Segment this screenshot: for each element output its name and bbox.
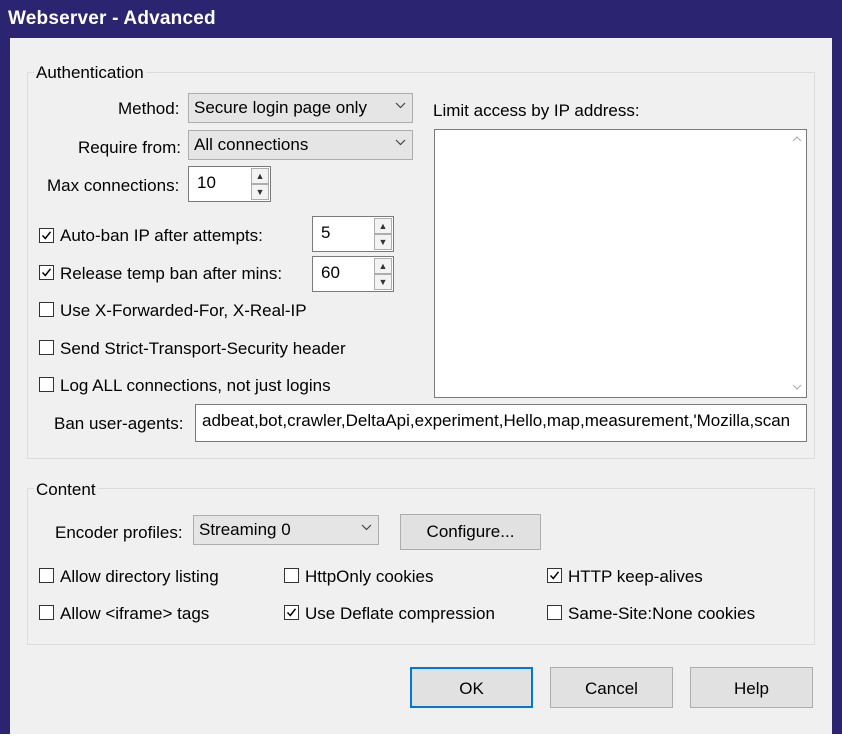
require-from-value: All connections: [194, 135, 309, 154]
release-ban-label[interactable]: Release temp ban after mins:: [60, 264, 282, 284]
spin-up-icon[interactable]: ▲: [374, 218, 392, 234]
keep-alives-checkbox[interactable]: [547, 568, 562, 583]
spin-down-icon[interactable]: ▼: [374, 274, 392, 290]
ban-user-agents-input[interactable]: adbeat,bot,crawler,DeltaApi,experiment,H…: [195, 404, 807, 442]
encoder-profiles-value: Streaming 0: [199, 520, 291, 539]
scroll-down-icon[interactable]: [792, 382, 802, 394]
checkmark-icon: [41, 231, 52, 240]
title-bar[interactable]: Webserver - Advanced: [0, 0, 842, 38]
checkmark-icon: [549, 571, 560, 580]
log-all-label[interactable]: Log ALL connections, not just logins: [60, 376, 331, 396]
chevron-down-icon: [395, 134, 406, 149]
spin-down-icon[interactable]: ▼: [251, 184, 269, 200]
checkmark-icon: [41, 268, 52, 277]
x-forwarded-checkbox[interactable]: [39, 302, 54, 317]
help-button[interactable]: Help: [690, 667, 813, 708]
max-connections-value: 10: [197, 173, 216, 192]
authentication-group-title: Authentication: [34, 63, 146, 83]
iframe-label[interactable]: Allow <iframe> tags: [60, 604, 209, 624]
keep-alives-label[interactable]: HTTP keep-alives: [568, 567, 703, 587]
window-title: Webserver - Advanced: [8, 8, 216, 29]
hsts-label[interactable]: Send Strict-Transport-Security header: [60, 339, 346, 359]
hsts-checkbox[interactable]: [39, 340, 54, 355]
httponly-checkbox[interactable]: [284, 568, 299, 583]
ok-button-label: OK: [459, 679, 484, 698]
iframe-checkbox[interactable]: [39, 605, 54, 620]
spin-up-icon[interactable]: ▲: [251, 168, 269, 184]
release-ban-checkbox[interactable]: [39, 265, 54, 280]
cancel-button[interactable]: Cancel: [550, 667, 673, 708]
limit-ip-textarea[interactable]: [434, 129, 807, 398]
max-connections-label: Max connections:: [47, 176, 180, 195]
deflate-label[interactable]: Use Deflate compression: [305, 604, 495, 624]
chevron-down-icon: [395, 97, 406, 112]
dialog-window: Webserver - Advanced Authentication Meth…: [0, 0, 842, 742]
x-forwarded-label[interactable]: Use X-Forwarded-For, X-Real-IP: [60, 301, 307, 321]
checkmark-icon: [286, 608, 297, 617]
limit-ip-scrollbar[interactable]: [788, 130, 806, 397]
ok-button[interactable]: OK: [410, 667, 533, 708]
encoder-profiles-dropdown[interactable]: Streaming 0: [193, 515, 379, 545]
httponly-label[interactable]: HttpOnly cookies: [305, 567, 434, 587]
ban-user-agents-label: Ban user-agents:: [54, 414, 184, 433]
help-button-label: Help: [734, 679, 769, 698]
spin-up-icon[interactable]: ▲: [374, 258, 392, 274]
release-ban-value: 60: [321, 263, 340, 282]
same-site-label[interactable]: Same-Site:None cookies: [568, 604, 755, 624]
directory-listing-checkbox[interactable]: [39, 568, 54, 583]
same-site-checkbox[interactable]: [547, 605, 562, 620]
auto-ban-label[interactable]: Auto-ban IP after attempts:: [60, 226, 263, 246]
auto-ban-value: 5: [321, 223, 331, 242]
spin-down-icon[interactable]: ▼: [374, 234, 392, 250]
method-dropdown[interactable]: Secure login page only: [188, 93, 413, 123]
directory-listing-label[interactable]: Allow directory listing: [60, 567, 219, 587]
release-ban-stepper[interactable]: 60 ▲ ▼: [312, 256, 394, 292]
window-bottom-edge: [0, 734, 842, 742]
cancel-button-label: Cancel: [585, 679, 638, 698]
require-from-label: Require from:: [78, 138, 181, 157]
method-value: Secure login page only: [194, 98, 367, 117]
deflate-checkbox[interactable]: [284, 605, 299, 620]
limit-ip-label: Limit access by IP address:: [433, 101, 640, 120]
require-from-dropdown[interactable]: All connections: [188, 130, 413, 160]
chevron-down-icon: [361, 519, 372, 534]
method-label: Method:: [118, 99, 180, 118]
ban-user-agents-value: adbeat,bot,crawler,DeltaApi,experiment,H…: [202, 411, 791, 430]
log-all-checkbox[interactable]: [39, 377, 54, 392]
max-connections-stepper[interactable]: 10 ▲ ▼: [188, 166, 271, 202]
encoder-profiles-label: Encoder profiles:: [55, 523, 183, 542]
auto-ban-checkbox[interactable]: [39, 228, 54, 243]
content-group-title: Content: [34, 480, 98, 500]
configure-button-label: Configure...: [426, 522, 515, 541]
dialog-client-area: Authentication Method: Secure login page…: [10, 38, 832, 734]
auto-ban-stepper[interactable]: 5 ▲ ▼: [312, 216, 394, 252]
scroll-up-icon[interactable]: [792, 133, 802, 145]
configure-button[interactable]: Configure...: [400, 514, 541, 550]
